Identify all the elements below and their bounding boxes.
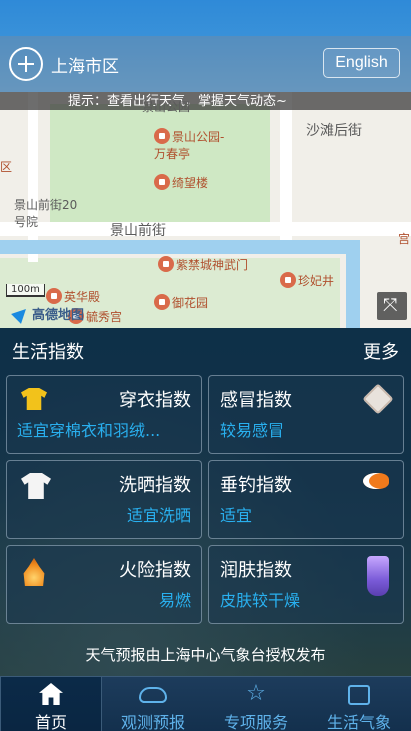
map-label: 景山前街 <box>110 223 166 239</box>
index-name: 穿衣指数 <box>119 390 191 411</box>
index-name: 火险指数 <box>119 560 191 581</box>
tab-label: 生活气象 <box>326 713 391 731</box>
index-value: 皮肤较干燥 <box>220 591 301 610</box>
map-label: 景山前街20号院 <box>14 198 78 229</box>
tab-label: 观测预报 <box>120 713 185 731</box>
english-button[interactable]: English <box>323 48 400 78</box>
potion-icon <box>367 556 389 596</box>
poi-marker[interactable]: 景山公园-万春亭 <box>154 128 234 162</box>
tab-label: 首页 <box>34 713 67 731</box>
map-brand: 高德地图 <box>11 304 84 324</box>
life-index-panel: 生活指数 更多 穿衣指数 适宜穿棉衣和羽绒... 感冒指数 较易感冒 洗晒指数 … <box>0 328 411 676</box>
poi-pin-icon <box>154 174 170 190</box>
forecast-credit: 天气预报由上海中心气象台授权发布 <box>85 646 326 664</box>
header: 上海市区 English <box>0 0 411 92</box>
tab-observation-forecast[interactable]: 观测预报 <box>102 677 204 731</box>
index-name: 感冒指数 <box>220 390 292 411</box>
map-scale: 100m <box>6 284 45 297</box>
index-value: 适宜穿棉衣和羽绒... <box>17 421 161 440</box>
poi-marker[interactable]: 绮望楼 <box>154 174 208 191</box>
poi-marker[interactable]: 珍妃井 <box>280 272 334 289</box>
index-value: 适宜洗晒 <box>126 506 191 525</box>
add-city-button[interactable] <box>9 47 43 81</box>
moat <box>0 240 360 254</box>
park-area <box>50 104 270 224</box>
bag-icon <box>348 685 370 705</box>
more-link[interactable]: 更多 <box>363 338 399 364</box>
poi-pin-icon <box>154 128 170 144</box>
tab-special-services[interactable]: ☆ 专项服务 <box>205 677 307 731</box>
index-name: 润肤指数 <box>220 560 292 581</box>
life-index-title: 生活指数 <box>12 342 84 363</box>
index-name: 垂钓指数 <box>220 475 292 496</box>
fire-icon <box>23 558 45 586</box>
road <box>280 92 292 252</box>
moat <box>346 240 360 328</box>
poi-pin-icon <box>46 288 62 304</box>
tab-home[interactable]: 首页 <box>0 677 102 731</box>
map-label: 宫 <box>398 232 411 246</box>
index-value: 易燃 <box>158 591 191 610</box>
index-value: 适宜 <box>220 506 253 525</box>
dice-icon <box>362 383 394 415</box>
tip-banner: 提示：查看出行天气，掌握天气动态~ <box>0 92 411 110</box>
index-card-fishing[interactable]: 垂钓指数 适宜 <box>208 460 404 539</box>
poi-marker[interactable]: 御花园 <box>154 294 208 311</box>
city-name[interactable]: 上海市区 <box>51 52 119 77</box>
star-icon: ☆ <box>246 681 266 706</box>
map-view[interactable]: 提示：查看出行天气，掌握天气动态~ 景山公园 沙滩后街 景山前街 景山前街20号… <box>0 92 411 328</box>
poi-marker[interactable]: 紫禁城神武门 <box>158 256 248 273</box>
index-card-cold[interactable]: 感冒指数 较易感冒 <box>208 375 404 454</box>
poi-pin-icon <box>280 272 296 288</box>
road <box>28 92 38 262</box>
cloud-icon <box>139 687 167 703</box>
index-card-fire[interactable]: 火险指数 易燃 <box>6 545 202 624</box>
map-label: 区 <box>0 160 13 174</box>
brand-arrow-icon <box>11 304 31 324</box>
poi-pin-icon <box>158 256 174 272</box>
tab-label: 专项服务 <box>223 713 288 731</box>
fullscreen-map-icon[interactable] <box>377 292 407 320</box>
bottom-tab-bar: 首页 观测预报 ☆ 专项服务 生活气象 <box>0 676 411 731</box>
map-label: 景山公园 <box>142 100 191 114</box>
index-card-clothing[interactable]: 穿衣指数 适宜穿棉衣和羽绒... <box>6 375 202 454</box>
index-card-laundry[interactable]: 洗晒指数 适宜洗晒 <box>6 460 202 539</box>
map-label: 沙滩后街 <box>306 123 362 139</box>
tab-life-weather[interactable]: 生活气象 <box>308 677 410 731</box>
shirt-icon <box>21 388 47 410</box>
tshirt-icon <box>21 473 51 499</box>
index-value: 较易感冒 <box>220 421 285 440</box>
fish-icon <box>363 473 389 489</box>
index-card-skin[interactable]: 润肤指数 皮肤较干燥 <box>208 545 404 624</box>
poi-pin-icon <box>154 294 170 310</box>
poi-marker[interactable]: 英华殿 <box>46 288 100 305</box>
index-name: 洗晒指数 <box>119 475 191 496</box>
home-icon <box>39 683 63 705</box>
